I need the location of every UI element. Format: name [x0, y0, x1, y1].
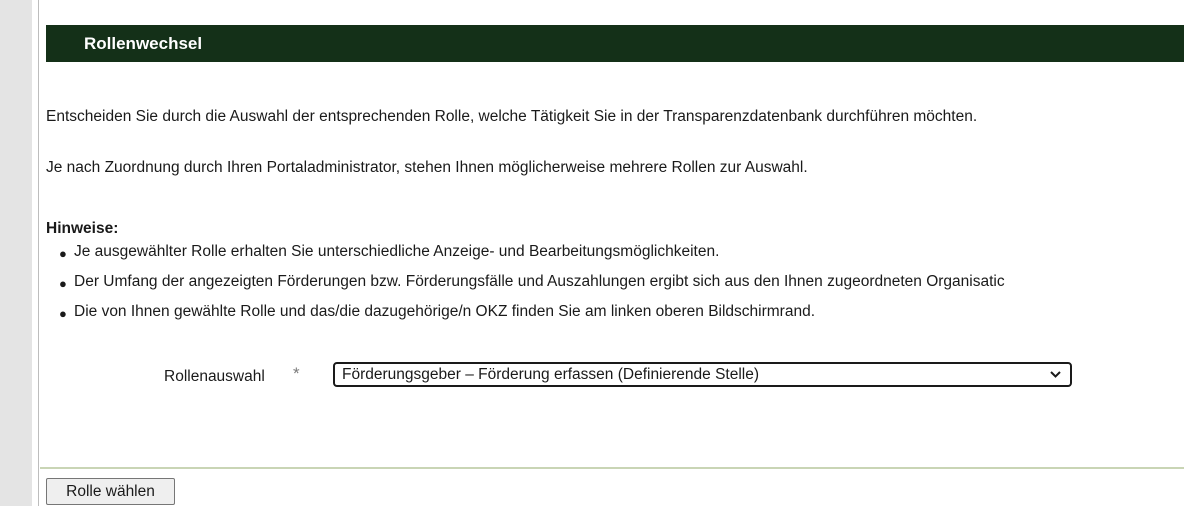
chevron-down-icon: [1049, 368, 1062, 386]
hints-list: ● Je ausgewählter Rolle erhalten Sie unt…: [46, 243, 1184, 333]
left-rail: [0, 0, 32, 506]
role-select-label: Rollenauswahl: [164, 368, 265, 385]
hints-title: Hinweise:: [46, 220, 119, 237]
panel-title: Rollenwechsel: [84, 34, 203, 53]
intro-text-1: Entscheiden Sie durch die Auswahl der en…: [46, 108, 978, 125]
hint-item: ● Die von Ihnen gewählte Rolle und das/d…: [46, 303, 1184, 333]
hint-item: ● Der Umfang der angezeigten Förderungen…: [46, 273, 1184, 303]
bullet-icon: ●: [59, 306, 67, 321]
select-role-button[interactable]: Rolle wählen: [46, 478, 175, 505]
rail-divider-line: [38, 0, 39, 506]
hint-text: Je ausgewählter Rolle erhalten Sie unter…: [74, 243, 720, 260]
hint-item: ● Je ausgewählter Rolle erhalten Sie unt…: [46, 243, 1184, 273]
hint-text: Die von Ihnen gewählte Rolle und das/die…: [74, 303, 816, 320]
role-select-value: Förderungsgeber – Förderung erfassen (De…: [342, 366, 760, 383]
hint-text: Der Umfang der angezeigten Förderungen b…: [74, 273, 1005, 290]
role-select[interactable]: Förderungsgeber – Förderung erfassen (De…: [333, 362, 1072, 387]
footer-divider: [40, 467, 1184, 469]
intro-text-2: Je nach Zuordnung durch Ihren Portaladmi…: [46, 159, 808, 176]
required-marker: *: [293, 364, 300, 383]
bullet-icon: ●: [59, 246, 67, 261]
panel-header: Rollenwechsel: [46, 25, 1184, 62]
bullet-icon: ●: [59, 276, 67, 291]
